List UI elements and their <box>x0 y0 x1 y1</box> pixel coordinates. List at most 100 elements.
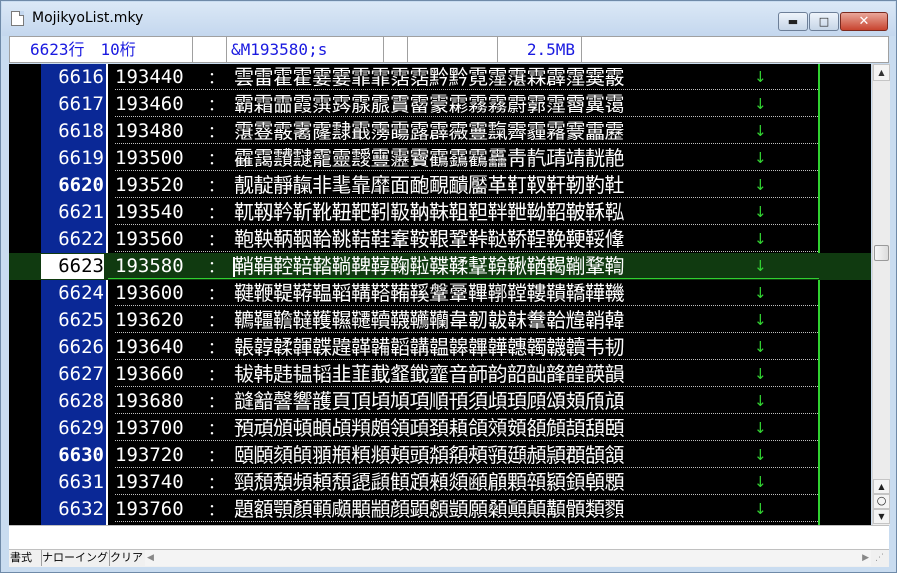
status-cell-empty <box>384 37 408 62</box>
editor-line[interactable]: 6619 193500 ： 靃靄靅靆靇靈靉靊靋靌靍靎靏靐靑靔靕靖靗靘 ↓ <box>9 145 871 172</box>
line-number: 6618 <box>58 120 104 142</box>
scroll-up-button[interactable]: ▲ <box>873 64 890 81</box>
title-bar[interactable]: MojikyoList.mky ▬ □ ✕ <box>2 2 895 36</box>
editor-line[interactable]: 6632 193760 ： 題額顎顏顐顑顒顓顔顕顖顗願顙顚顛顜顝類顟 ↓ <box>9 496 871 523</box>
separator: ： <box>208 230 225 249</box>
separator: ： <box>208 419 225 438</box>
kanji-list[interactable]: 靓靛靜靝非靟靠靡面靤靦靧靨革靪靫靬靭靮靯 <box>234 172 754 199</box>
close-button[interactable]: ✕ <box>840 12 888 31</box>
narrowing-button[interactable]: ナローイング <box>41 550 110 566</box>
kanji-list[interactable]: 韀韁韂韃韄韅韆韇韈韉韊韋韌韍韎韏韐韑韒韓 <box>234 307 754 334</box>
code-value: 193700 <box>115 417 184 439</box>
line-number: 6621 <box>58 201 104 223</box>
line-underline <box>108 278 819 279</box>
eol-arrow-icon: ↓ <box>754 68 767 86</box>
kanji-list[interactable]: 鞘鞙鞚鞛鞜鞝鞞鞟鞠鞡鞢鞣鞤鞥鞦鞧鞨鞩鞪鞫 <box>234 253 754 280</box>
cursor-position[interactable]: 6623行 10桁 <box>10 37 193 62</box>
eol-arrow-icon: ↓ <box>754 176 767 194</box>
kanji-list[interactable]: 霮霯霰霱霳霴霵霶霷露霹霺霻霼霽霾霿靀靁靂 <box>234 118 754 145</box>
resize-grip-icon[interactable]: ⋰ <box>875 552 887 564</box>
line-number: 6629 <box>58 417 104 439</box>
editor-line[interactable]: 6622 193560 ： 鞄鞅鞆鞇鞈鞉鞊鞋鞌鞍鞎鞏鞐鞑鞒鞓鞔鞕鞖鞗 ↓ <box>9 226 871 253</box>
current-line[interactable]: 6623 193580 ： 鞘鞙鞚鞛鞜鞝鞞鞟鞠鞡鞢鞣鞤鞥鞦鞧鞨鞩鞪鞫 ↓ <box>9 253 871 280</box>
kanji-list[interactable]: 頤頥頦頧頨頩頪頫頬頭頮頯頰頱頲頳頴頵頶頷 <box>234 442 754 469</box>
line-number: 6626 <box>58 336 104 358</box>
close-icon: ✕ <box>858 14 870 29</box>
line-number: 6625 <box>58 309 104 331</box>
code-value: 193560 <box>115 228 184 250</box>
separator: ： <box>208 284 225 303</box>
editor-line[interactable]: 6621 193540 ： 靰靱靲靳靴靵靶靷靸靹靺靻靼靽靾靿鞀鞁鞂鞃 ↓ <box>9 199 871 226</box>
scroll-right-icon[interactable]: ▶ <box>862 553 869 563</box>
separator: ： <box>208 257 225 276</box>
horizontal-scrollbar[interactable]: ◀ ▶ <box>145 550 871 566</box>
status-bar: 6623行 10桁 &M193580;s 2.5MB <box>9 36 889 63</box>
editor-line[interactable]: 6629 193700 ： 預頑頒頓頔頕頖頗領頙頚頛頜頝頞頟頠頡頢頣 ↓ <box>9 415 871 442</box>
eol-arrow-icon: ↓ <box>754 338 767 356</box>
kanji-list[interactable]: 韨韩韪韫韬韭韮韯韰韱韲音韴韵韶韷韸韹韺韻 <box>234 361 754 388</box>
kanji-list[interactable]: 鞄鞅鞆鞇鞈鞉鞊鞋鞌鞍鞎鞏鞐鞑鞒鞓鞔鞕鞖鞗 <box>234 226 754 253</box>
line-number: 6623 <box>58 255 104 277</box>
kanji-list[interactable]: 靃靄靅靆靇靈靉靊靋靌靍靎靏靐靑靔靕靖靗靘 <box>234 145 754 172</box>
eol-arrow-icon: ↓ <box>754 446 767 464</box>
code-value: 193720 <box>115 444 184 466</box>
editor-line[interactable]: 6620 193520 ： 靓靛靜靝非靟靠靡面靤靦靧靨革靪靫靬靭靮靯 ↓ <box>9 172 871 199</box>
clear-button[interactable]: クリア <box>109 550 146 566</box>
scroll-jump-button[interactable]: ○ <box>873 494 890 509</box>
line-number: 6619 <box>58 147 104 169</box>
separator: ： <box>208 176 225 195</box>
editor-line[interactable]: 6631 193740 ： 頸頹頺頻頼頽頾頿顀顁顂顃顄顅顆顇顈顉顊顋 ↓ <box>9 469 871 496</box>
line-underline <box>115 89 818 90</box>
kanji-list[interactable]: 預頑頒頓頔頕頖頗領頙頚頛頜頝頞頟頠頡頢頣 <box>234 415 754 442</box>
editor-line[interactable]: 6630 193720 ： 頤頥頦頧頨頩頪頫頬頭頮頯頰頱頲頳頴頵頶頷 ↓ <box>9 442 871 469</box>
editor-line[interactable]: 6627 193660 ： 韨韩韪韫韬韭韮韯韰韱韲音韴韵韶韷韸韹韺韻 ↓ <box>9 361 871 388</box>
minimize-button[interactable]: ▬ <box>778 12 808 31</box>
separator: ： <box>208 311 225 330</box>
document-icon <box>11 11 24 26</box>
eol-arrow-icon: ↓ <box>754 230 767 248</box>
scroll-left-icon[interactable]: ◀ <box>147 553 154 563</box>
code-value: 193760 <box>115 498 184 520</box>
text-cursor <box>233 257 235 277</box>
maximize-button[interactable]: □ <box>809 12 839 31</box>
format-button[interactable]: 書式 <box>9 550 42 566</box>
kanji-list[interactable]: 韔韕韖韗韘韙韚韛韜韝韞韟韠韡韢韣韤韥韦韧 <box>234 334 754 361</box>
editor-line[interactable]: 6616 193440 ： 雲雷霍霍霎霎霏霏霑霑黔黔霓霪霮霖霹霪霙霰 ↓ <box>9 64 871 91</box>
line-underline <box>115 116 818 117</box>
kanji-list[interactable]: 靰靱靲靳靴靵靶靷靸靹靺靻靼靽靾靿鞀鞁鞂鞃 <box>234 199 754 226</box>
editor-line[interactable]: 6618 193480 ： 霮霯霰霱霳霴霵霶霷露霹霺霻霼霽霾霿靀靁靂 ↓ <box>9 118 871 145</box>
editor-line[interactable]: 6624 193600 ： 鞬鞭鞮鞯鞰鞱鞲鞳鞴鞵鞶鞷鞸鞹鞺鞻鞼鞽鞾鞿 ↓ <box>9 280 871 307</box>
code-value: 193540 <box>115 201 184 223</box>
kanji-list[interactable]: 頸頹頺頻頼頽頾頿顀顁顂顃顄顅顆顇顈顉顊顋 <box>234 469 754 496</box>
line-underline <box>115 386 818 387</box>
window-title: MojikyoList.mky <box>32 10 144 26</box>
eol-arrow-icon: ↓ <box>754 122 767 140</box>
editor-line[interactable]: 6617 193460 ： 霸霜霝霞霟霠霡霢霣霤霥霦霧霧霨霩霪霫霬霭 ↓ <box>9 91 871 118</box>
code-value: 193600 <box>115 282 184 304</box>
editor-footer-area <box>9 525 889 550</box>
code-value: 193680 <box>115 390 184 412</box>
kanji-list[interactable]: 霸霜霝霞霟霠霡霢霣霤霥霦霧霧霨霩霪霫霬霭 <box>234 91 754 118</box>
editor-line[interactable]: 6625 193620 ： 韀韁韂韃韄韅韆韇韈韉韊韋韌韍韎韏韐韑韒韓 ↓ <box>9 307 871 334</box>
separator: ： <box>208 473 225 492</box>
editor-line[interactable]: 6626 193640 ： 韔韕韖韗韘韙韚韛韜韝韞韟韠韡韢韣韤韥韦韧 ↓ <box>9 334 871 361</box>
line-underline <box>115 143 818 144</box>
kanji-list[interactable]: 題額顎顏顐顑顒顓顔顕顖顗願顙顚顛顜顝類顟 <box>234 496 754 523</box>
vertical-scrollbar[interactable]: ▲ ▲ ○ ▼ <box>872 64 890 525</box>
scroll-next-button[interactable]: ▼ <box>873 509 890 524</box>
char-code[interactable]: &M193580;s <box>227 37 384 62</box>
kanji-list[interactable]: 韼韽韾響頀頁頂頃頄項順頇須頉頊頋頌頍頎頏 <box>234 388 754 415</box>
editor-line[interactable]: 6628 193680 ： 韼韽韾響頀頁頂頃頄項順頇須頉頊頋頌頍頎頏 ↓ <box>9 388 871 415</box>
separator: ： <box>208 95 225 114</box>
scrollbar-thumb[interactable] <box>874 245 889 261</box>
line-underline <box>115 440 818 441</box>
kanji-list[interactable]: 鞬鞭鞮鞯鞰鞱鞲鞳鞴鞵鞶鞷鞸鞹鞺鞻鞼鞽鞾鞿 <box>234 280 754 307</box>
line-underline <box>115 413 818 414</box>
text-editor[interactable]: 6616 193440：雲雷霍霍霎霎霏霏霑霑黔黔霓霪霮霖霹霪霙霰 ↓ 6617 1934… <box>9 64 871 525</box>
separator: ： <box>208 500 225 519</box>
scroll-prev-button[interactable]: ▲ <box>873 479 890 494</box>
separator: ： <box>208 68 225 87</box>
eol-arrow-icon: ↓ <box>754 473 767 491</box>
code-value: 193520 <box>115 174 184 196</box>
kanji-list[interactable]: 雲雷霍霍霎霎霏霏霑霑黔黔霓霪霮霖霹霪霙霰 <box>234 64 754 91</box>
